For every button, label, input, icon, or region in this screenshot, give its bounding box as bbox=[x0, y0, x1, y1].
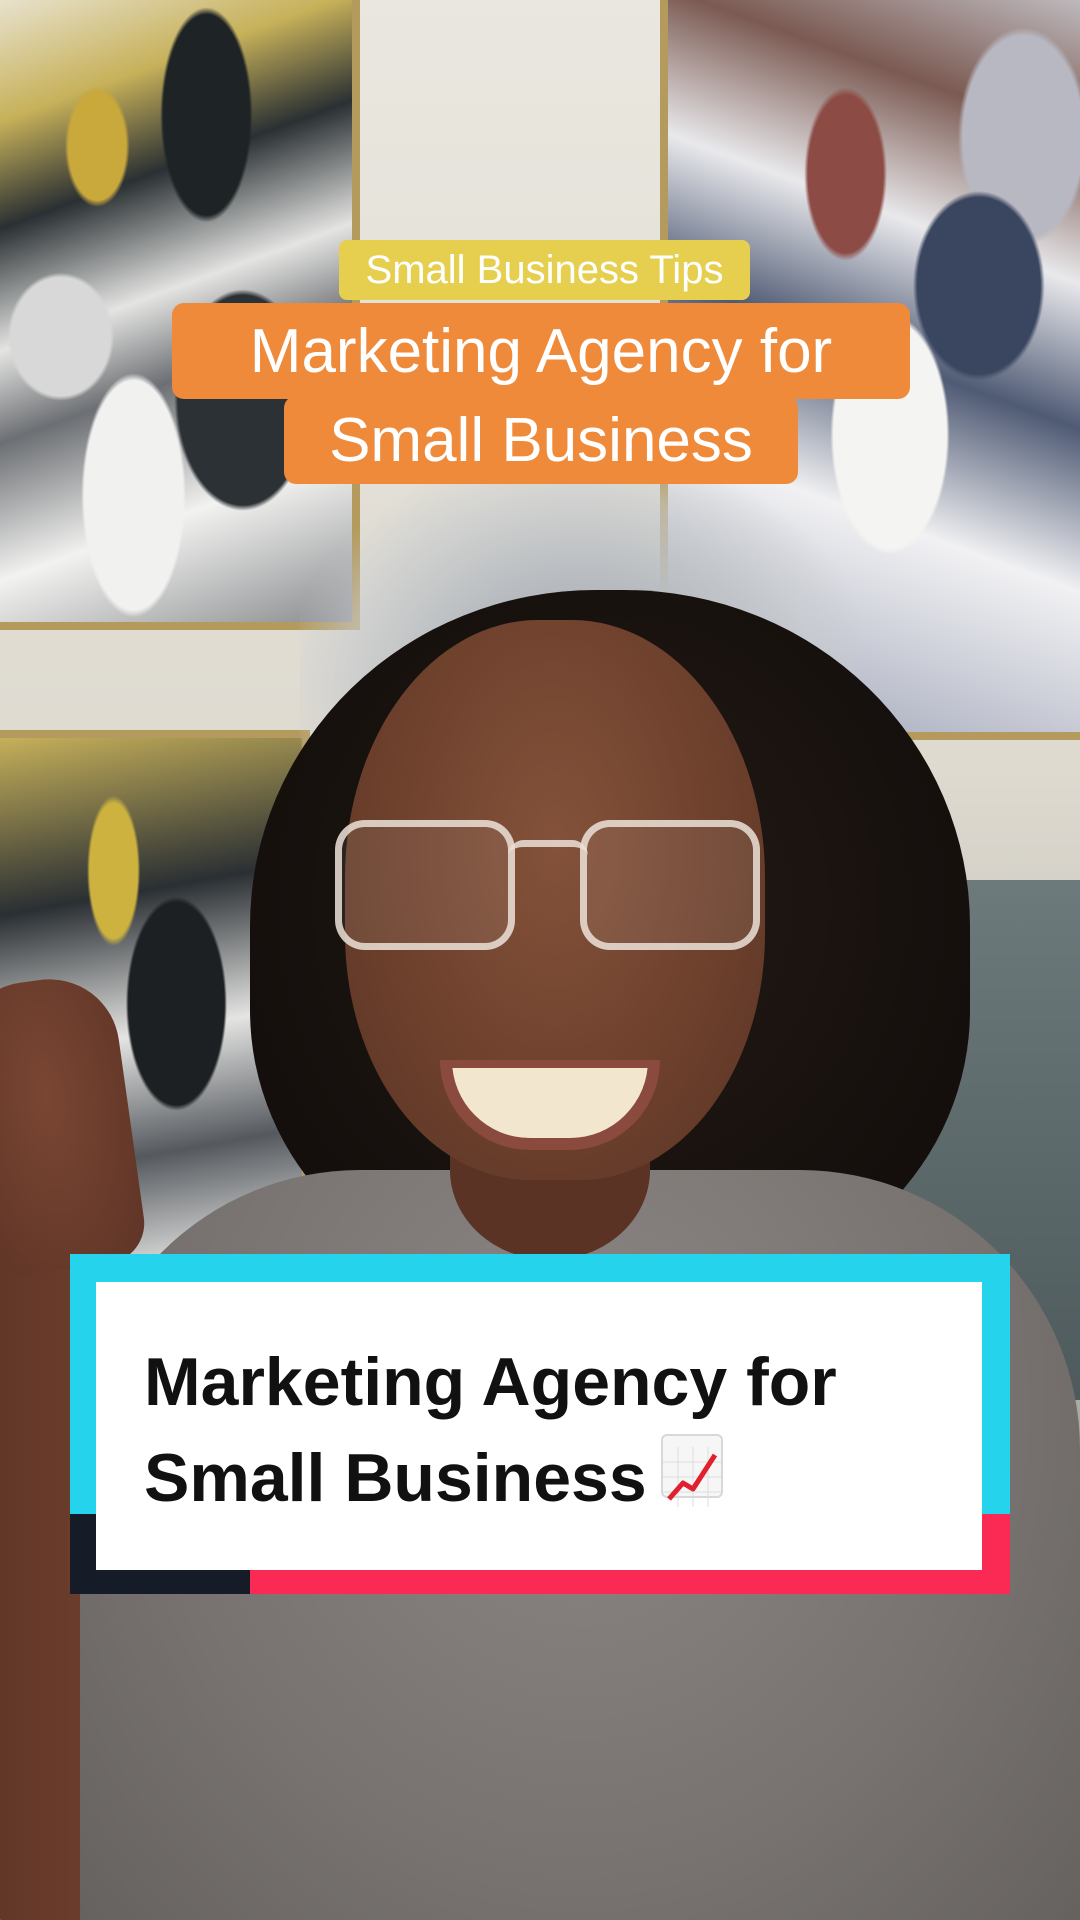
card-title-line-1: Marketing Agency for bbox=[144, 1344, 837, 1420]
caption-card: Marketing Agency for Small Business bbox=[70, 1254, 1010, 1594]
video-frame: { "overlay": { "tag_label": "Small Busin… bbox=[0, 0, 1080, 1920]
headline-line-2: Small Business bbox=[284, 396, 798, 484]
caption-card-body: Marketing Agency for Small Business bbox=[96, 1282, 982, 1570]
chart-increasing-icon bbox=[660, 1434, 723, 1507]
card-title-line-2-row: Small Business bbox=[144, 1430, 982, 1526]
glasses-left-lens bbox=[335, 820, 515, 950]
topic-tag: Small Business Tips bbox=[339, 240, 750, 300]
headline-line-1: Marketing Agency for bbox=[172, 303, 910, 399]
glasses-right-lens bbox=[580, 820, 760, 950]
glasses-bridge bbox=[508, 840, 588, 856]
card-title-line-2: Small Business bbox=[144, 1440, 647, 1516]
